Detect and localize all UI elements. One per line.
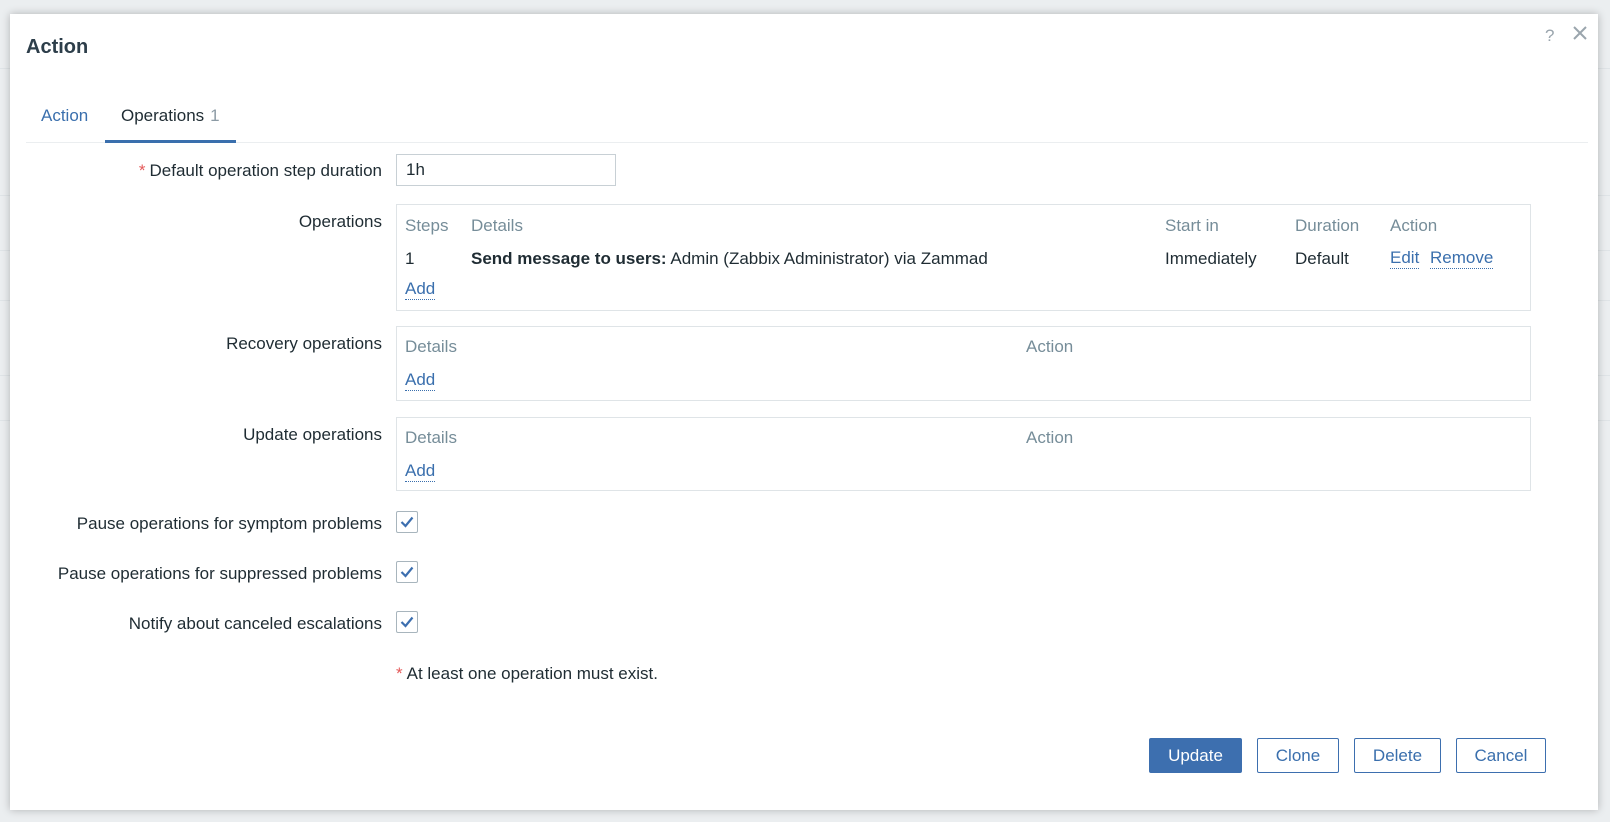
tab-operations-label: Operations	[121, 106, 205, 125]
operations-table: Steps Details Start in Duration Action 1…	[396, 204, 1531, 311]
column-header-action: Action	[1026, 428, 1074, 447]
column-header-details: Details	[471, 216, 523, 235]
column-header-duration: Duration	[1295, 216, 1360, 235]
tab-operations-count: 1	[210, 106, 220, 125]
add-recovery-operation-link[interactable]: Add	[405, 370, 436, 391]
update-operations-table: Details Action Add	[396, 417, 1531, 491]
tab-operations[interactable]: Operations 1	[105, 102, 236, 143]
notify-canceled-checkbox[interactable]	[396, 611, 418, 633]
remove-operation-link[interactable]: Remove	[1430, 248, 1494, 269]
checkmark-icon	[400, 616, 414, 628]
recovery-operations-table: Details Action Add	[396, 326, 1531, 401]
required-note: * At least one operation must exist.	[396, 664, 658, 683]
operation-start-in: Immediately	[1165, 249, 1257, 268]
close-icon[interactable]	[1572, 23, 1588, 45]
pause-suppressed-label: Pause operations for suppressed problems	[57, 564, 382, 583]
help-icon[interactable]: ?	[1545, 26, 1554, 46]
step-duration-input[interactable]	[396, 154, 616, 186]
required-mark: *	[138, 161, 146, 180]
operation-duration: Default	[1295, 249, 1349, 268]
checkmark-icon	[400, 516, 414, 528]
notify-canceled-label: Notify about canceled escalations	[128, 614, 382, 633]
checkmark-icon	[400, 566, 414, 578]
column-header-details: Details	[405, 337, 457, 356]
pause-symptom-checkbox[interactable]	[396, 511, 418, 533]
tab-action[interactable]: Action	[41, 102, 88, 140]
column-header-start-in: Start in	[1165, 216, 1219, 235]
operation-step: 1	[405, 249, 415, 268]
column-header-action: Action	[1026, 337, 1074, 356]
add-update-operation-link[interactable]: Add	[405, 461, 436, 482]
step-duration-label: * Default operation step duration	[138, 161, 382, 180]
dialog-title: Action	[26, 36, 89, 58]
operation-details: Send message to users: Admin (Zabbix Adm…	[471, 249, 988, 268]
update-button[interactable]: Update	[1149, 738, 1242, 773]
recovery-operations-label: Recovery operations	[226, 334, 382, 353]
edit-operation-link[interactable]: Edit	[1390, 248, 1420, 269]
delete-button[interactable]: Delete	[1354, 738, 1441, 773]
column-header-details: Details	[405, 428, 457, 447]
column-header-action: Action	[1390, 216, 1438, 235]
pause-suppressed-checkbox[interactable]	[396, 561, 418, 583]
add-operation-link[interactable]: Add	[405, 279, 436, 300]
cancel-button[interactable]: Cancel	[1456, 738, 1546, 773]
update-operations-label: Update operations	[243, 425, 382, 444]
operations-label: Operations	[298, 212, 382, 231]
clone-button[interactable]: Clone	[1257, 738, 1339, 773]
column-header-steps: Steps	[405, 216, 449, 235]
action-dialog: Action ? Action Operations 1	[10, 14, 1598, 810]
tab-bar: Action Operations 1	[26, 102, 1588, 143]
pause-symptom-label: Pause operations for symptom problems	[76, 514, 382, 533]
